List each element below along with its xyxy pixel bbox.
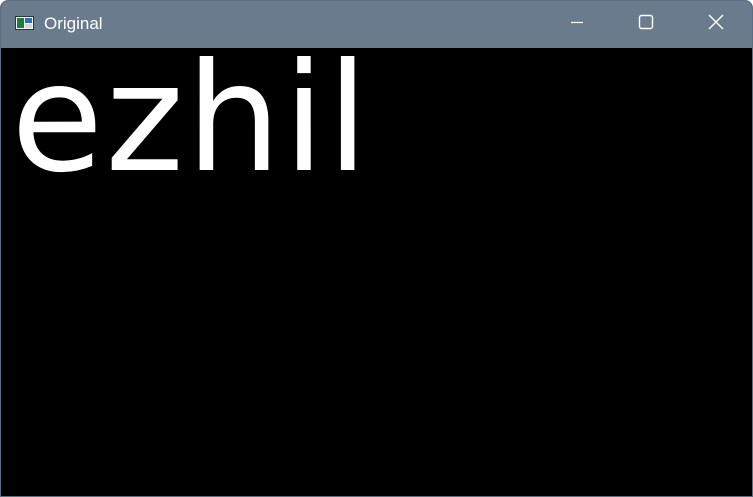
close-button[interactable] (681, 1, 751, 48)
image-canvas: ezhil (1, 32, 752, 496)
maximize-icon (638, 14, 654, 35)
minimize-icon (570, 15, 584, 34)
image-text: ezhil (11, 32, 371, 206)
close-icon (708, 14, 724, 35)
image-window: Original ezhil (0, 0, 753, 497)
maximize-button[interactable] (611, 1, 681, 48)
minimize-button[interactable] (542, 1, 612, 48)
